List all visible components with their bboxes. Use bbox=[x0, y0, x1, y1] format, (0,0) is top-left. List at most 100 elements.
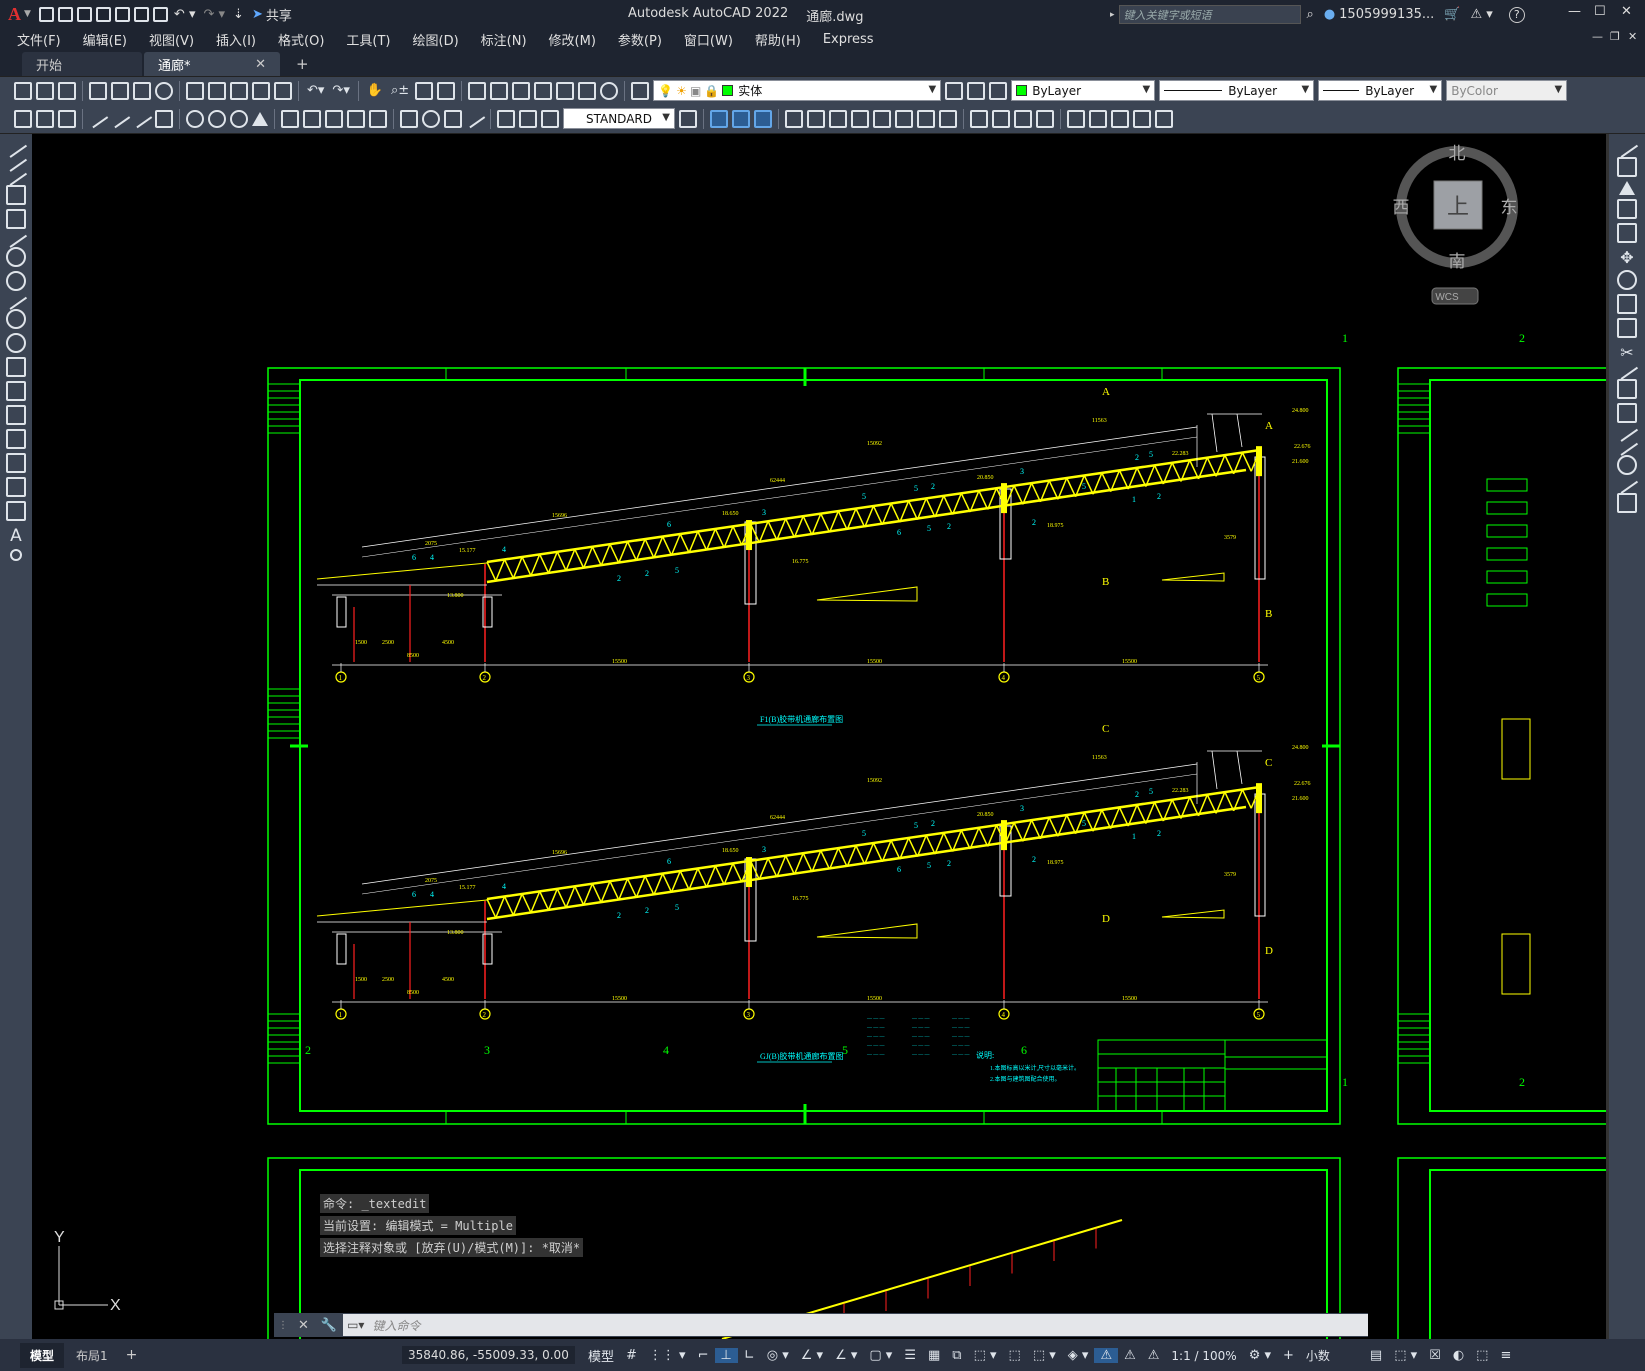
snap-icon[interactable]: ⋮⋮ ▾ bbox=[643, 1348, 692, 1363]
menu-view[interactable]: 视图(V) bbox=[138, 30, 205, 49]
close-button[interactable]: ✕ bbox=[1621, 4, 1632, 19]
close-command-icon[interactable]: ✕ bbox=[298, 1318, 309, 1333]
center-mark-icon[interactable] bbox=[422, 109, 440, 128]
annotation-scale-dropdown[interactable]: 1:1 / 100% bbox=[1165, 1349, 1242, 1363]
union-icon[interactable] bbox=[710, 109, 728, 128]
block-editor-icon[interactable] bbox=[274, 81, 292, 100]
help-toolbar-icon[interactable] bbox=[600, 81, 619, 100]
minimize-button[interactable]: — bbox=[1568, 4, 1581, 19]
arc-length-icon[interactable] bbox=[131, 109, 153, 128]
intersect-icon[interactable] bbox=[754, 109, 772, 128]
close-tab-icon[interactable]: ✕ bbox=[255, 57, 266, 72]
grid-icon[interactable]: # bbox=[620, 1348, 643, 1363]
selection-cycling-icon[interactable]: ⧉ bbox=[946, 1348, 967, 1363]
menu-help[interactable]: 帮助(H) bbox=[744, 30, 812, 49]
circle-icon[interactable] bbox=[6, 247, 26, 267]
extend-icon[interactable] bbox=[1615, 360, 1639, 380]
qnew-icon[interactable] bbox=[14, 81, 32, 100]
array-icon[interactable] bbox=[1617, 223, 1637, 243]
taper-faces-icon[interactable] bbox=[895, 109, 913, 128]
save-as-icon[interactable] bbox=[95, 6, 111, 22]
add-selected-icon[interactable] bbox=[10, 549, 22, 561]
menu-dimension[interactable]: 标注(N) bbox=[470, 30, 538, 49]
point-icon[interactable] bbox=[6, 405, 26, 425]
share-button[interactable]: 共享 bbox=[266, 5, 292, 24]
coordinates-display[interactable]: 35840.86, -55009.33, 0.00 bbox=[402, 1346, 575, 1364]
preview-icon[interactable] bbox=[111, 81, 129, 100]
tab-start[interactable]: 开始 bbox=[22, 52, 142, 76]
ellipse-icon[interactable] bbox=[6, 309, 26, 329]
continue-dimension-icon[interactable] bbox=[325, 109, 343, 128]
fillet-icon[interactable] bbox=[1617, 455, 1637, 475]
viewcube-top-label[interactable]: 上 bbox=[1447, 194, 1469, 219]
open-icon[interactable] bbox=[36, 81, 54, 100]
doc-close-button[interactable]: ✕ bbox=[1628, 30, 1637, 43]
zoom-realtime-icon[interactable]: ⌕± bbox=[391, 83, 409, 98]
selection-filter-icon[interactable]: ⬚ ▾ bbox=[1027, 1348, 1062, 1363]
imprint-icon[interactable] bbox=[970, 109, 988, 128]
extrude-edges-icon[interactable] bbox=[1089, 109, 1107, 128]
erase-icon[interactable] bbox=[1615, 138, 1639, 158]
make-current-layer-icon[interactable] bbox=[945, 81, 964, 100]
menu-tools[interactable]: 工具(T) bbox=[335, 30, 401, 49]
tolerance-icon[interactable] bbox=[400, 109, 418, 128]
toolbar-icon[interactable] bbox=[36, 109, 54, 128]
color-dropdown[interactable]: ByLayer ▼ bbox=[1011, 80, 1156, 101]
customize-status-icon[interactable]: ≡ bbox=[1494, 1348, 1517, 1363]
open-file-icon[interactable] bbox=[57, 6, 73, 22]
gradient-icon[interactable] bbox=[6, 453, 26, 473]
pan-icon[interactable]: ✋ bbox=[367, 83, 383, 98]
offset-faces-icon[interactable] bbox=[829, 109, 847, 128]
lineweight-toggle-icon[interactable]: ☰ bbox=[898, 1348, 922, 1363]
auto-scale-icon[interactable]: ⚠ bbox=[1118, 1348, 1142, 1363]
inspection-icon[interactable] bbox=[444, 109, 462, 128]
infer-constraints-icon[interactable]: ⌐ bbox=[692, 1348, 715, 1363]
tab-drawing[interactable]: 通廊* ✕ bbox=[144, 52, 280, 76]
viewcube[interactable]: 上 北 南 东 西 WCS bbox=[1393, 144, 1518, 305]
move-faces-icon[interactable] bbox=[807, 109, 825, 128]
insert-block-icon[interactable] bbox=[6, 357, 26, 377]
break-icon[interactable] bbox=[1617, 403, 1637, 423]
menu-insert[interactable]: 插入(I) bbox=[205, 30, 267, 49]
stretch-icon[interactable] bbox=[1617, 318, 1637, 338]
search-expand-icon[interactable]: ▸ bbox=[1110, 10, 1115, 20]
subtract-icon[interactable] bbox=[732, 109, 750, 128]
polygon-icon[interactable] bbox=[6, 185, 26, 205]
new-file-icon[interactable] bbox=[38, 6, 54, 22]
3dprint-icon[interactable] bbox=[155, 81, 173, 100]
lineweight-dropdown[interactable]: ByLayer ▼ bbox=[1318, 80, 1443, 101]
copy-object-icon[interactable] bbox=[1617, 157, 1637, 177]
menu-parametric[interactable]: 参数(P) bbox=[607, 30, 673, 49]
dynamic-ucs-icon[interactable]: ⬚ bbox=[1003, 1348, 1027, 1363]
menu-format[interactable]: 格式(O) bbox=[267, 30, 335, 49]
model-tab[interactable]: 模型 bbox=[20, 1342, 65, 1368]
graphics-performance-icon[interactable]: ◐ bbox=[1447, 1348, 1470, 1363]
2d-osnap-icon[interactable]: ▢ ▾ bbox=[863, 1348, 898, 1363]
revision-cloud-icon[interactable] bbox=[6, 271, 26, 291]
extrude-faces-icon[interactable] bbox=[785, 109, 803, 128]
layer-properties-icon[interactable] bbox=[631, 81, 650, 100]
isolate-objects-icon[interactable]: ☒ bbox=[1423, 1348, 1447, 1363]
plot-icon[interactable] bbox=[152, 6, 168, 22]
undo-icon[interactable]: ↶ ▾ bbox=[174, 7, 196, 22]
polar-icon[interactable]: ∟ bbox=[738, 1348, 761, 1363]
ellipse-arc-icon[interactable] bbox=[6, 333, 26, 353]
scale-icon[interactable] bbox=[1617, 294, 1637, 314]
layer-tool-icon[interactable] bbox=[58, 109, 76, 128]
maximize-button[interactable]: ☐ bbox=[1594, 4, 1606, 19]
undo-toolbar-icon[interactable]: ↶▾ bbox=[307, 83, 324, 98]
tool-palettes-icon[interactable] bbox=[512, 81, 531, 100]
plot-icon[interactable] bbox=[89, 81, 107, 100]
copy-icon[interactable] bbox=[208, 81, 226, 100]
copy-edges-icon[interactable] bbox=[1111, 109, 1129, 128]
menu-file[interactable]: 文件(F) bbox=[6, 30, 72, 49]
units-dropdown[interactable]: 小数 bbox=[1300, 1347, 1364, 1364]
osnap-tracking-icon[interactable]: ∠ ▾ bbox=[795, 1348, 829, 1363]
delete-faces-icon[interactable] bbox=[851, 109, 869, 128]
command-recent-icon[interactable]: ▭▾ bbox=[347, 1318, 364, 1332]
check-icon[interactable] bbox=[1067, 109, 1085, 128]
3d-osnap-icon[interactable]: ⬚ ▾ bbox=[968, 1348, 1003, 1363]
workspace-icon[interactable] bbox=[14, 109, 32, 128]
quick-properties-icon[interactable]: ▤ bbox=[1364, 1348, 1388, 1363]
dimension-text-edit-icon[interactable] bbox=[519, 109, 537, 128]
